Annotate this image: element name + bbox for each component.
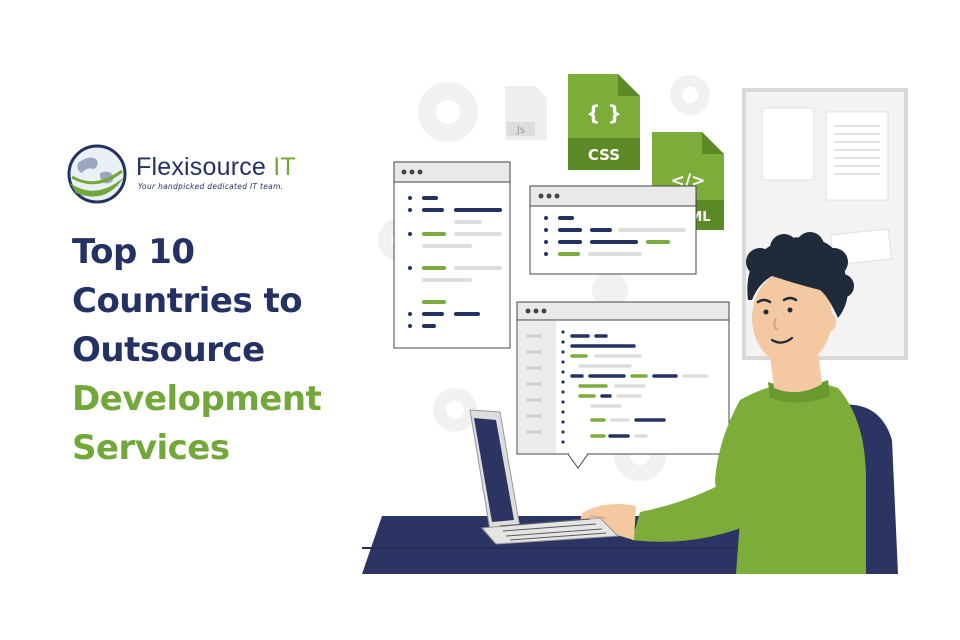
svg-text:CSS: CSS bbox=[588, 146, 620, 164]
code-window-top bbox=[529, 185, 697, 275]
brand-logo: Flexisource IT Your handpicked dedicated… bbox=[66, 143, 306, 205]
page-title: Top 10 Countries to Outsource Developmen… bbox=[72, 228, 322, 473]
code-window-main bbox=[516, 301, 730, 469]
css-file-icon: { } CSS bbox=[568, 74, 640, 170]
title-line-2: Countries to bbox=[72, 281, 303, 321]
code-window-left bbox=[393, 161, 511, 349]
js-file-icon: Js bbox=[505, 86, 547, 140]
title-line-4: Development bbox=[72, 379, 322, 419]
title-line-3: Outsource bbox=[72, 330, 265, 370]
title-line-1: Top 10 bbox=[72, 232, 195, 272]
brand-tagline: Your handpicked dedicated IT team. bbox=[138, 182, 284, 191]
globe-logo-icon bbox=[67, 144, 127, 204]
title-line-5: Services bbox=[72, 428, 230, 468]
developer-illustration: Js { } CSS </> ML bbox=[362, 74, 908, 574]
brand-name: Flexisource IT bbox=[136, 153, 296, 181]
svg-text:{ }: { } bbox=[586, 101, 621, 125]
svg-text:Js: Js bbox=[516, 125, 525, 136]
